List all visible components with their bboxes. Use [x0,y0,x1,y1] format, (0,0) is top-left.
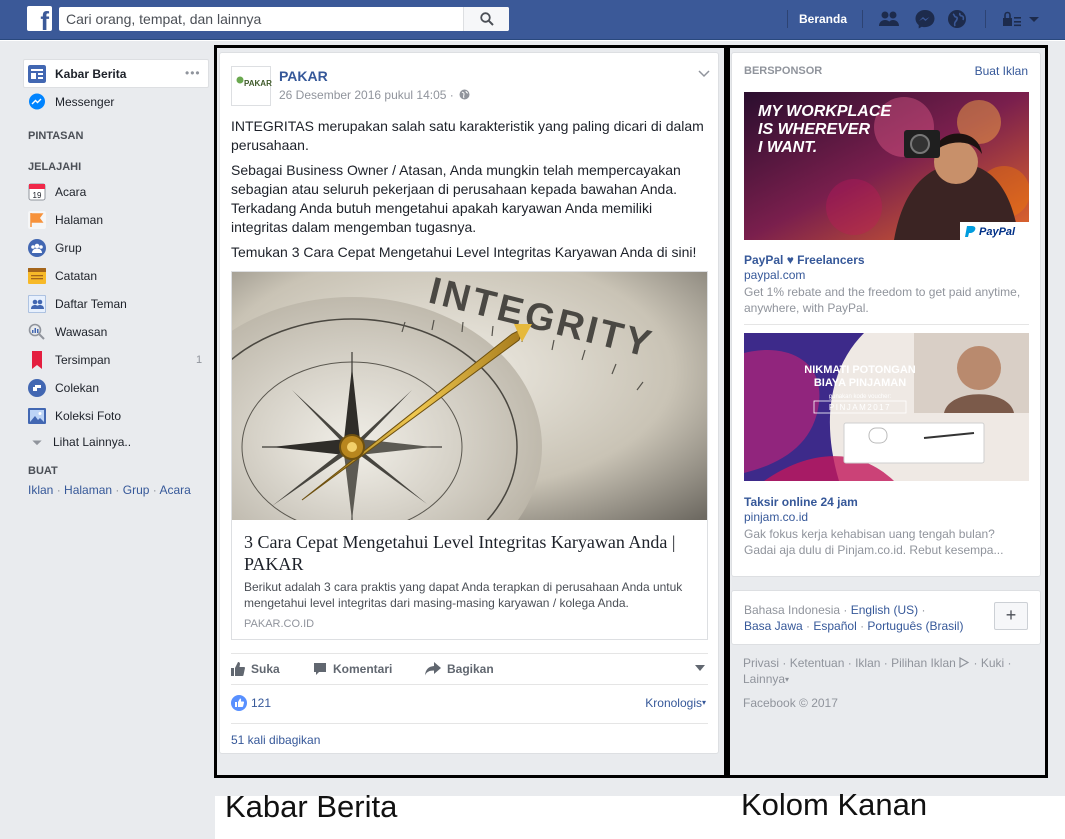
link-separator: · [53,483,65,497]
sidebar-item-label: Daftar Teman [55,297,127,311]
search-box [59,7,509,31]
nav-divider [862,10,863,28]
news-feed-more-button[interactable]: ••• [185,66,201,80]
sidebar-item-label: Koleksi Foto [55,409,122,423]
right-column-caption: Kolom Kanan [741,787,928,822]
notifications-globe-icon[interactable] [946,9,968,29]
nav-divider [985,10,986,28]
sidebar-item-colekan[interactable]: Colekan [28,377,99,399]
sidebar-item-daftar-teman[interactable]: Daftar Teman [28,293,127,315]
calendar-icon: 19 [28,183,46,201]
poke-icon [28,379,46,397]
search-button[interactable] [463,7,509,31]
account-menu-chevron-icon[interactable] [1027,9,1041,29]
privacy-lock-icon[interactable] [1001,9,1023,29]
group-icon [28,239,46,257]
sidebar-item-label: Tersimpan [55,353,111,367]
sidebar-item-messenger[interactable]: Messenger [28,91,114,113]
sidebar-item-label: Kabar Berita [55,67,127,81]
link-separator: · [149,483,160,497]
sidebar-item-grup[interactable]: Grup [28,237,82,259]
sidebar-item-label: Wawasan [55,325,108,339]
create-page-link[interactable]: Halaman [64,483,112,497]
sidebar-item-label: Catatan [55,269,98,283]
top-bar: f Beranda [0,0,1065,40]
svg-text:19: 19 [33,191,42,200]
sidebar-item-kabar-berita[interactable]: Kabar Berita [28,63,126,85]
sidebar-item-label: Grup [55,241,82,255]
facebook-logo-icon[interactable]: f [27,6,52,34]
sidebar-item-label: Halaman [55,213,104,227]
friend-requests-icon[interactable] [878,9,900,29]
friend-list-icon [28,295,46,313]
messenger-icon [29,93,45,110]
sidebar-item-halaman[interactable]: Halaman [28,209,103,231]
right-column-annotation-box [727,45,1048,778]
create-ad-link[interactable]: Iklan [28,483,53,497]
insights-icon [28,323,45,340]
saved-count-badge: 1 [196,354,203,366]
flag-icon [28,211,46,229]
sidebar-item-label: Messenger [55,95,115,109]
sidebar-item-catatan[interactable]: Catatan [28,265,97,287]
news-feed-icon [28,65,46,83]
sidebar-item-wawasan[interactable]: Wawasan [28,321,107,343]
sidebar-item-koleksi-foto[interactable]: Koleksi Foto [28,405,121,427]
sidebar-item-label: Colekan [55,381,100,395]
photo-icon [28,408,46,424]
explore-header: JELAJAHI [28,161,82,173]
see-more-link[interactable]: Lihat Lainnya.. [28,431,131,453]
search-input[interactable] [59,7,461,31]
create-links: Iklan · Halaman · Grup · Acara [28,483,191,497]
sidebar-item-label: Acara [55,185,87,199]
create-group-link[interactable]: Grup [123,483,150,497]
news-feed-caption: Kabar Berita [225,789,398,824]
shortcuts-header: PINTASAN [28,130,84,142]
sidebar-item-acara[interactable]: 19 Acara [28,181,86,203]
messages-icon[interactable] [914,9,936,29]
notes-icon [28,268,46,284]
see-more-label: Lihat Lainnya.. [53,435,132,449]
sidebar-item-tersimpan[interactable]: Tersimpan [28,349,110,371]
news-feed-annotation-box [214,45,727,778]
home-link[interactable]: Beranda [799,12,847,26]
nav-divider [787,10,788,28]
link-separator: · [112,483,123,497]
create-header: BUAT [28,465,58,477]
saved-bookmark-icon [32,351,42,369]
chevron-down-icon [32,440,42,446]
create-event-link[interactable]: Acara [159,483,190,497]
search-icon [480,12,494,26]
